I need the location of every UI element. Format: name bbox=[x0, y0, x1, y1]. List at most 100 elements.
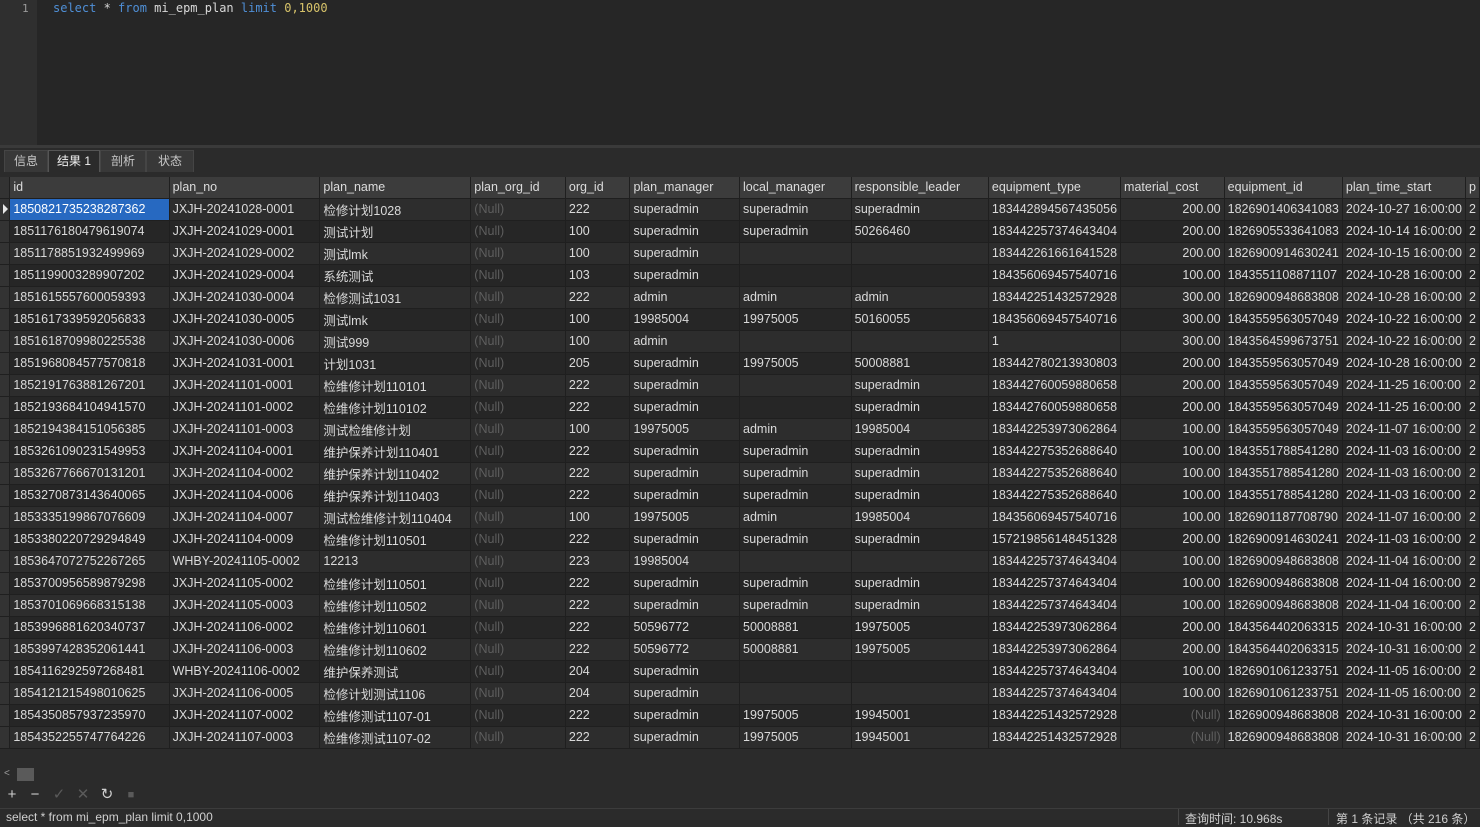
cell-equipment-id[interactable]: 1843551788541280 bbox=[1224, 462, 1343, 485]
cell-plan-manager[interactable]: superadmin bbox=[629, 396, 741, 419]
cell-equipment-type[interactable]: 183442760059880658 bbox=[988, 374, 1122, 397]
cell-org-id[interactable]: 100 bbox=[565, 418, 631, 441]
cell-responsible-leader[interactable]: superadmin bbox=[851, 572, 989, 595]
cell-plan-time-start[interactable]: 2024-10-27 16:00:00 bbox=[1342, 198, 1466, 221]
cell-plan-name[interactable]: 检维修测试1107-01 bbox=[319, 704, 472, 727]
row-marker[interactable] bbox=[0, 462, 11, 485]
table-row[interactable]: 1853380220729294849 JXJH-20241104-0009 检维修… bbox=[0, 528, 1480, 551]
cell-responsible-leader[interactable]: 19985004 bbox=[851, 418, 989, 441]
cell-equipment-id[interactable]: 1826900948683808 bbox=[1224, 572, 1343, 595]
cell-org-id[interactable]: 222 bbox=[565, 638, 631, 661]
cell-plan-org-id[interactable]: (Null) bbox=[470, 462, 566, 485]
stop-icon[interactable]: ■ bbox=[122, 786, 140, 804]
table-row[interactable]: 1853701069668315138 JXJH-20241105-0003 检维修… bbox=[0, 594, 1480, 617]
cell-plan-manager[interactable]: superadmin bbox=[629, 352, 741, 375]
cell-id[interactable]: 1853997428352061441 bbox=[9, 638, 170, 661]
cell-plan-name[interactable]: 测试检维修计划110404 bbox=[319, 506, 472, 529]
cell-local-manager[interactable]: 50008881 bbox=[739, 638, 852, 661]
column-header-plan-name[interactable]: plan_name bbox=[319, 177, 472, 199]
table-row[interactable]: 1852194384151056385 JXJH-20241101-0003 测试检… bbox=[0, 418, 1480, 441]
cell-plan-name[interactable]: 12213 bbox=[319, 550, 472, 573]
cell-equipment-type[interactable]: 183442257374643404 bbox=[988, 682, 1122, 705]
table-row[interactable]: 1853997428352061441 JXJH-20241106-0003 检维修… bbox=[0, 638, 1480, 661]
table-row[interactable]: 1851617339592056833 JXJH-20241030-0005 测试l… bbox=[0, 308, 1480, 331]
cell-plan-manager[interactable]: 19985004 bbox=[629, 550, 741, 573]
cell-equipment-type[interactable]: 184356069457540716 bbox=[988, 506, 1122, 529]
column-header-plan-org-id[interactable]: plan_org_id bbox=[470, 177, 566, 199]
cell-id[interactable]: 1853700956589879298 bbox=[9, 572, 170, 595]
cell-equipment-id[interactable]: 1843564402063315 bbox=[1224, 616, 1343, 639]
row-marker[interactable] bbox=[0, 440, 11, 463]
cell-plan-manager[interactable]: superadmin bbox=[629, 440, 741, 463]
cell-plan-org-id[interactable]: (Null) bbox=[470, 528, 566, 551]
cell-org-id[interactable]: 222 bbox=[565, 396, 631, 419]
cell-org-id[interactable]: 222 bbox=[565, 572, 631, 595]
cell-id[interactable]: 1852193684104941570 bbox=[9, 396, 170, 419]
cell-plan-org-id[interactable]: (Null) bbox=[470, 638, 566, 661]
cell-plan-name[interactable]: 检维修计划110502 bbox=[319, 594, 472, 617]
cell-plan-no[interactable]: JXJH-20241105-0002 bbox=[169, 572, 321, 595]
cell-p[interactable]: 2 bbox=[1465, 264, 1480, 287]
cell-responsible-leader[interactable]: superadmin bbox=[851, 198, 989, 221]
cell-plan-time-start[interactable]: 2024-11-05 16:00:00 bbox=[1342, 660, 1466, 683]
cell-plan-org-id[interactable]: (Null) bbox=[470, 396, 566, 419]
cell-org-id[interactable]: 222 bbox=[565, 484, 631, 507]
cell-id[interactable]: 1851178851932499969 bbox=[9, 242, 170, 265]
cell-plan-org-id[interactable]: (Null) bbox=[470, 704, 566, 727]
row-marker[interactable] bbox=[0, 616, 11, 639]
cell-plan-manager[interactable]: superadmin bbox=[629, 594, 741, 617]
cell-responsible-leader[interactable]: 50160055 bbox=[851, 308, 989, 331]
cell-plan-name[interactable]: 检维修测试1107-02 bbox=[319, 726, 472, 749]
cell-plan-time-start[interactable]: 2024-11-07 16:00:00 bbox=[1342, 418, 1466, 441]
cell-org-id[interactable]: 223 bbox=[565, 550, 631, 573]
row-marker[interactable] bbox=[0, 660, 11, 683]
cell-plan-name[interactable]: 检维修计划110501 bbox=[319, 528, 472, 551]
row-marker[interactable] bbox=[0, 682, 11, 705]
cell-equipment-type[interactable]: 183442275352688640 bbox=[988, 440, 1122, 463]
cell-material-cost[interactable]: 100.00 bbox=[1120, 462, 1225, 485]
cell-plan-org-id[interactable]: (Null) bbox=[470, 594, 566, 617]
cell-org-id[interactable]: 222 bbox=[565, 440, 631, 463]
cell-p[interactable]: 2 bbox=[1465, 198, 1480, 221]
column-header-org-id[interactable]: org_id bbox=[565, 177, 631, 199]
cell-material-cost[interactable]: 300.00 bbox=[1120, 330, 1225, 353]
cell-plan-manager[interactable]: 19975005 bbox=[629, 418, 741, 441]
result-grid[interactable]: id plan_no plan_name plan_org_id org_id plan_… bbox=[0, 177, 1480, 749]
cell-local-manager[interactable]: 50008881 bbox=[739, 616, 852, 639]
row-marker[interactable] bbox=[0, 396, 11, 419]
cell-plan-time-start[interactable]: 2024-11-05 16:00:00 bbox=[1342, 682, 1466, 705]
cell-local-manager[interactable]: superadmin bbox=[739, 220, 852, 243]
cell-plan-name[interactable]: 检维修计划110601 bbox=[319, 616, 472, 639]
cell-responsible-leader[interactable]: superadmin bbox=[851, 594, 989, 617]
cell-org-id[interactable]: 205 bbox=[565, 352, 631, 375]
cell-plan-name[interactable]: 测试lmk bbox=[319, 308, 472, 331]
cell-plan-name[interactable]: 测试999 bbox=[319, 330, 472, 353]
cell-p[interactable]: 2 bbox=[1465, 660, 1480, 683]
cell-plan-no[interactable]: JXJH-20241107-0002 bbox=[169, 704, 321, 727]
cell-plan-manager[interactable]: admin bbox=[629, 286, 741, 309]
cell-plan-no[interactable]: JXJH-20241104-0007 bbox=[169, 506, 321, 529]
cell-equipment-type[interactable]: 183442253973062864 bbox=[988, 418, 1122, 441]
cell-id[interactable]: 1853270873143640065 bbox=[9, 484, 170, 507]
cell-material-cost[interactable]: 100.00 bbox=[1120, 594, 1225, 617]
cell-responsible-leader[interactable]: 19975005 bbox=[851, 638, 989, 661]
column-header-local-manager[interactable]: local_manager bbox=[739, 177, 852, 199]
table-row[interactable]: 1854116292597268481 WHBY-20241106-0002 维护保… bbox=[0, 660, 1480, 683]
cell-plan-no[interactable]: JXJH-20241031-0001 bbox=[169, 352, 321, 375]
cell-local-manager[interactable] bbox=[739, 374, 852, 397]
cell-org-id[interactable]: 222 bbox=[565, 528, 631, 551]
cell-equipment-type[interactable]: 184356069457540716 bbox=[988, 308, 1122, 331]
cell-plan-time-start[interactable]: 2024-10-15 16:00:00 bbox=[1342, 242, 1466, 265]
cell-plan-manager[interactable]: superadmin bbox=[629, 704, 741, 727]
cell-material-cost[interactable]: (Null) bbox=[1120, 726, 1225, 749]
cell-p[interactable]: 2 bbox=[1465, 572, 1480, 595]
cell-plan-no[interactable]: JXJH-20241030-0005 bbox=[169, 308, 321, 331]
cell-org-id[interactable]: 222 bbox=[565, 462, 631, 485]
cell-plan-no[interactable]: JXJH-20241029-0002 bbox=[169, 242, 321, 265]
cell-plan-org-id[interactable]: (Null) bbox=[470, 550, 566, 573]
cell-material-cost[interactable]: 300.00 bbox=[1120, 308, 1225, 331]
cell-plan-manager[interactable]: superadmin bbox=[629, 528, 741, 551]
cell-equipment-id[interactable]: 1826901406341083 bbox=[1224, 198, 1343, 221]
table-row[interactable]: 1851199003289907202 JXJH-20241029-0004 系统测… bbox=[0, 264, 1480, 287]
table-row[interactable]: 1853270873143640065 JXJH-20241104-0006 维护保… bbox=[0, 484, 1480, 507]
